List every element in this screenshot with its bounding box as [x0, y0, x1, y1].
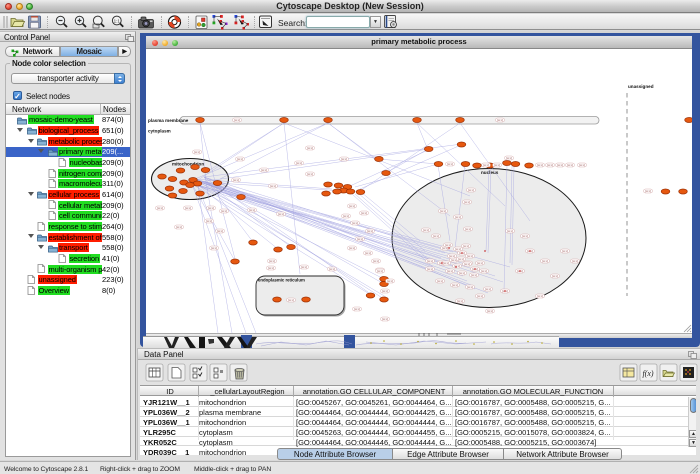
- svg-text:[xx:x]: [xx:x]: [237, 157, 243, 161]
- svg-text:[xx:x]: [xx:x]: [457, 299, 463, 303]
- svg-text:[xx:x]: [xx:x]: [440, 209, 446, 213]
- svg-text:[xx:x]: [xx:x]: [537, 294, 543, 298]
- svg-text:[xx:x]: [xx:x]: [537, 163, 543, 167]
- svg-text:[xx:x]: [xx:x]: [301, 265, 307, 269]
- svg-text:[xx:x]: [xx:x]: [464, 262, 470, 266]
- svg-text:[xx:x]: [xx:x]: [572, 259, 578, 263]
- svg-text:[xx:x]: [xx:x]: [483, 163, 489, 167]
- svg-text:[xx:x]: [xx:x]: [211, 246, 217, 250]
- svg-text:[xx:x]: [xx:x]: [579, 163, 585, 167]
- svg-text:[xx:x]: [xx:x]: [288, 298, 294, 302]
- svg-text:[xx:x]: [xx:x]: [307, 146, 313, 150]
- svg-text:[xx:x]: [xx:x]: [507, 229, 513, 233]
- svg-text:[xx:x]: [xx:x]: [206, 219, 212, 223]
- svg-text:[xx:x]: [xx:x]: [463, 244, 469, 248]
- svg-text:[xx:x]: [xx:x]: [557, 163, 563, 167]
- svg-text:[xx:x]: [xx:x]: [176, 225, 182, 229]
- svg-text:[xx:x]: [xx:x]: [233, 178, 239, 182]
- svg-text:[xx:x]: [xx:x]: [382, 317, 388, 321]
- svg-text:[xx:x]: [xx:x]: [485, 287, 491, 291]
- svg-text:[xx:x]: [xx:x]: [354, 307, 360, 311]
- svg-text:[xx:x]: [xx:x]: [465, 227, 471, 231]
- svg-text:[xx:x]: [xx:x]: [497, 118, 503, 122]
- svg-text:[xx:x]: [xx:x]: [367, 229, 373, 233]
- svg-text:[xx:x]: [xx:x]: [234, 118, 240, 122]
- svg-text:[xx:x]: [xx:x]: [185, 206, 191, 210]
- svg-text:[xx:x]: [xx:x]: [157, 206, 163, 210]
- svg-text:[xx:x]: [xx:x]: [437, 279, 443, 283]
- svg-text:1:1: 1:1: [114, 19, 121, 24]
- svg-text:[xx:x]: [xx:x]: [278, 212, 284, 216]
- svg-text:[xx:x]: [xx:x]: [449, 254, 455, 258]
- svg-text:[xx:x]: [xx:x]: [341, 157, 347, 161]
- svg-text:[xx:x]: [xx:x]: [387, 279, 393, 283]
- svg-text:[xx:x]: [xx:x]: [365, 251, 371, 255]
- svg-text:[xx:x]: [xx:x]: [452, 283, 458, 287]
- svg-text:cytoplasm: cytoplasm: [148, 128, 171, 133]
- svg-text:[xx:x]: [xx:x]: [467, 285, 473, 289]
- svg-text:[xx:x]: [xx:x]: [194, 150, 200, 154]
- svg-text:[xx:x]: [xx:x]: [307, 172, 313, 176]
- svg-text:[xx:x]: [xx:x]: [427, 267, 433, 271]
- svg-text:[xx:x]: [xx:x]: [471, 273, 477, 277]
- svg-text:[xx:x]: [xx:x]: [357, 237, 363, 241]
- svg-text:[xx:x]: [xx:x]: [477, 261, 483, 265]
- svg-text:[xx:x]: [xx:x]: [562, 249, 568, 253]
- svg-text:plasma membrane: plasma membrane: [148, 118, 189, 123]
- svg-text:[xx:x]: [xx:x]: [343, 214, 349, 218]
- svg-text:[xx:x]: [xx:x]: [552, 274, 558, 278]
- svg-text:[xx:x]: [xx:x]: [296, 161, 302, 165]
- svg-text:endoplasmic reticulum: endoplasmic reticulum: [258, 277, 305, 282]
- svg-text:[xx:x]: [xx:x]: [458, 257, 464, 261]
- svg-text:mitochondrion: mitochondrion: [172, 161, 204, 166]
- svg-text:[xx:x]: [xx:x]: [447, 162, 453, 166]
- svg-text:[xx:x]: [xx:x]: [382, 289, 388, 293]
- svg-text:[xx:x]: [xx:x]: [445, 243, 451, 247]
- svg-text:[xx:x]: [xx:x]: [645, 189, 651, 193]
- svg-text:nucleus: nucleus: [481, 170, 499, 175]
- svg-text:[xx:x]: [xx:x]: [349, 204, 355, 208]
- svg-text:[xx:x]: [xx:x]: [487, 309, 493, 313]
- svg-text:[xx:x]: [xx:x]: [427, 259, 433, 263]
- svg-text:[xx:x]: [xx:x]: [447, 269, 453, 273]
- svg-text:[xx:x]: [xx:x]: [377, 269, 383, 273]
- svg-text:[xx:x]: [xx:x]: [268, 266, 274, 270]
- svg-text:[xx:x]: [xx:x]: [455, 247, 461, 251]
- svg-text:[xx:x]: [xx:x]: [433, 234, 439, 238]
- svg-text:[xx:x]: [xx:x]: [249, 208, 255, 212]
- svg-text:[xx:x]: [xx:x]: [269, 259, 275, 263]
- svg-text:[xx:x]: [xx:x]: [261, 168, 267, 172]
- svg-text:[xx:x]: [xx:x]: [494, 163, 500, 167]
- svg-text:f(x): f(x): [642, 369, 653, 378]
- svg-text:[xx:x]: [xx:x]: [361, 211, 367, 215]
- svg-text:[xx:x]: [xx:x]: [329, 267, 335, 271]
- svg-text:[xx:x]: [xx:x]: [455, 215, 461, 219]
- svg-text:[xx:x]: [xx:x]: [443, 261, 449, 265]
- svg-text:[xx:x]: [xx:x]: [217, 229, 223, 233]
- svg-text:[xx:x]: [xx:x]: [522, 234, 528, 238]
- svg-text:[xx:x]: [xx:x]: [373, 259, 379, 263]
- svg-text:[xx:x]: [xx:x]: [221, 209, 227, 213]
- svg-text:[xx:x]: [xx:x]: [477, 294, 483, 298]
- svg-text:[xx:x]: [xx:x]: [454, 264, 460, 268]
- svg-text:[xx:x]: [xx:x]: [467, 254, 473, 258]
- svg-text:[xx:x]: [xx:x]: [423, 228, 429, 232]
- svg-text:[xx:x]: [xx:x]: [542, 259, 548, 263]
- svg-text:[xx:x]: [xx:x]: [208, 206, 214, 210]
- svg-text:[xx:x]: [xx:x]: [468, 188, 474, 192]
- svg-text:[xx:x]: [xx:x]: [352, 221, 358, 225]
- svg-text:[xx:x]: [xx:x]: [349, 246, 355, 250]
- svg-text:[xx:x]: [xx:x]: [567, 163, 573, 167]
- svg-text:[xx:x]: [xx:x]: [459, 271, 465, 275]
- svg-text:[xx:x]: [xx:x]: [506, 156, 512, 160]
- svg-text:unassigned: unassigned: [628, 84, 654, 89]
- svg-text:[xx:x]: [xx:x]: [464, 200, 470, 204]
- svg-text:[xx:x]: [xx:x]: [547, 163, 553, 167]
- svg-text:[xx:x]: [xx:x]: [270, 184, 276, 188]
- svg-text:[xx:x]: [xx:x]: [481, 269, 487, 273]
